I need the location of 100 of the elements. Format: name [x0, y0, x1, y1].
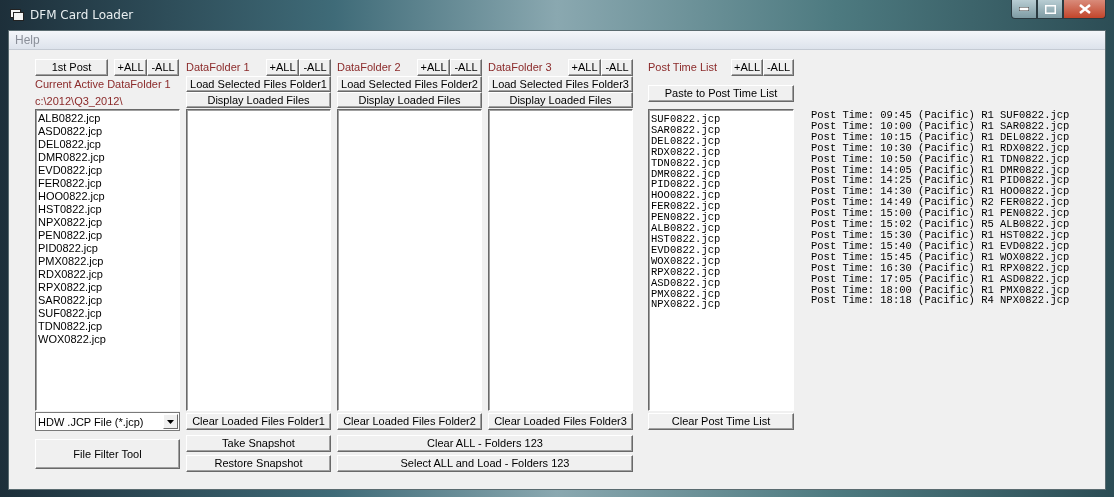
post-time-list[interactable] — [648, 109, 794, 411]
file-item[interactable]: RPX0822.jcp — [38, 281, 177, 294]
file-item[interactable]: PMX0822.jcp — [38, 255, 177, 268]
post-time-label: Post Time List — [648, 61, 719, 73]
maximize-icon — [1044, 4, 1056, 14]
file-item[interactable]: TDN0822.jcp — [38, 320, 177, 333]
post-time-line: Post Time: 15:45 (Pacific) R1 WOX0822.jcp — [811, 251, 1071, 263]
display-files-button[interactable]: Display Loaded Files — [186, 92, 331, 108]
post-time-line: Post Time: 16:30 (Pacific) R1 RPX0822.jcp — [811, 262, 1071, 274]
maximize-button[interactable] — [1037, 0, 1063, 19]
file-item[interactable]: PEN0822.jcp — [38, 229, 177, 242]
post-time-item[interactable]: DEL0822.jcp — [651, 135, 791, 147]
clear-post-time-button[interactable]: Clear Post Time List — [648, 412, 794, 430]
add-all-button[interactable]: +ALL — [114, 58, 147, 76]
display-files-button[interactable]: Display Loaded Files — [488, 92, 633, 108]
minimize-button[interactable] — [1011, 0, 1037, 19]
close-button[interactable] — [1063, 0, 1106, 19]
add-all-button[interactable]: +ALL — [417, 58, 450, 76]
file-item[interactable]: ASD0822.jcp — [38, 125, 177, 138]
post-time-item[interactable]: WOX0822.jcp — [651, 255, 791, 267]
display-files-button[interactable]: Display Loaded Files — [337, 92, 482, 108]
file-item[interactable]: FER0822.jcp — [38, 177, 177, 190]
clear-all-button[interactable]: Clear ALL - Folders 123 — [337, 434, 633, 452]
post-time-line: Post Time: 14:30 (Pacific) R1 HOO0822.jcp — [811, 186, 1071, 198]
post-time-line: Post Time: 09:45 (Pacific) R1 SUF0822.jcp — [811, 110, 1071, 121]
post-time-line: Post Time: 10:15 (Pacific) R1 DEL0822.jcp — [811, 131, 1071, 143]
remove-all-button[interactable]: -ALL — [147, 58, 179, 76]
file-item[interactable]: PID0822.jcp — [38, 242, 177, 255]
post-time-line: Post Time: 15:00 (Pacific) R1 PEN0822.jcp — [811, 208, 1071, 220]
post-time-line: Post Time: 14:05 (Pacific) R1 DMR0822.jcp — [811, 164, 1071, 176]
load-files-button[interactable]: Load Selected Files Folder2 — [337, 76, 482, 92]
file-list[interactable] — [35, 109, 180, 411]
app-icon — [10, 9, 24, 21]
minimize-icon — [1019, 7, 1029, 11]
folder-path: c:\2012\Q3_2012\ — [35, 94, 124, 109]
file-item[interactable]: EVD0822.jcp — [38, 164, 177, 177]
file-item[interactable]: DMR0822.jcp — [38, 151, 177, 164]
remove-all-button[interactable]: -ALL — [601, 58, 633, 76]
file-item[interactable]: WOX0822.jcp — [38, 333, 177, 346]
load-files-button[interactable]: Load Selected Files Folder3 — [488, 76, 633, 92]
file-item[interactable]: SAR0822.jcp — [38, 294, 177, 307]
post-time-item[interactable]: RDX0822.jcp — [651, 146, 791, 158]
file-item[interactable]: HOO0822.jcp — [38, 190, 177, 203]
remove-all-button[interactable]: -ALL — [763, 58, 794, 76]
post-time-item[interactable]: HOO0822.jcp — [651, 190, 791, 202]
file-item[interactable]: SUF0822.jcp — [38, 307, 177, 320]
folder-label: DataFolder 1 — [186, 61, 251, 73]
post-time-item[interactable]: NPX0822.jcp — [651, 299, 791, 311]
folder-label: DataFolder 2 — [337, 61, 402, 73]
post-time-item[interactable]: ALB0822.jcp — [651, 223, 791, 234]
file-item[interactable]: DEL0822.jcp — [38, 138, 177, 151]
window-title: DFM Card Loader — [30, 8, 134, 22]
post-time-line: Post Time: 15:02 (Pacific) R5 ALB0822.jcp — [811, 219, 1071, 230]
file-item[interactable]: NPX0822.jcp — [38, 216, 177, 229]
clear-folder-button[interactable]: Clear Loaded Files Folder2 — [337, 412, 482, 430]
post-time-item[interactable]: SUF0822.jcp — [651, 114, 791, 125]
loaded-file-list[interactable] — [186, 109, 331, 411]
remove-all-button[interactable]: -ALL — [299, 58, 331, 76]
select-all-load-button[interactable]: Select ALL and Load - Folders 123 — [337, 454, 633, 472]
post-time-item[interactable]: HST0822.jcp — [651, 233, 791, 245]
paste-post-time-button[interactable]: Paste to Post Time List — [648, 84, 794, 102]
add-all-button[interactable]: +ALL — [731, 58, 763, 76]
post-time-line: Post Time: 10:50 (Pacific) R1 TDN0822.jcp — [811, 153, 1071, 165]
restore-snapshot-button[interactable]: Restore Snapshot — [186, 454, 331, 472]
add-all-button[interactable]: +ALL — [266, 58, 299, 76]
file-type-dropdown[interactable]: HDW .JCP File (*.jcp) — [35, 412, 180, 431]
close-icon — [1078, 4, 1091, 14]
post-time-line: Post Time: 14:49 (Pacific) R2 FER0822.jcp — [811, 197, 1071, 209]
loaded-file-list[interactable] — [488, 109, 633, 411]
post-time-item[interactable]: PID0822.jcp — [651, 179, 791, 191]
take-snapshot-button[interactable]: Take Snapshot — [186, 434, 331, 452]
post-time-line: Post Time: 15:30 (Pacific) R1 HST0822.jcp — [811, 229, 1071, 241]
post-time-item[interactable]: FER0822.jcp — [651, 201, 791, 213]
post-time-line: Post Time: 18:00 (Pacific) R1 PMX0822.jcp — [811, 284, 1071, 296]
post-time-line: Post Time: 14:25 (Pacific) R1 PID0822.jcp — [811, 175, 1071, 187]
load-files-button[interactable]: Load Selected Files Folder1 — [186, 76, 331, 92]
post-time-line: Post Time: 15:40 (Pacific) R1 EVD0822.jcp — [811, 240, 1071, 252]
post-time-item[interactable]: PMX0822.jcp — [651, 288, 791, 300]
file-item[interactable]: ALB0822.jcp — [38, 112, 177, 125]
post-time-item[interactable]: RPX0822.jcp — [651, 266, 791, 278]
post-time-item[interactable]: PEN0822.jcp — [651, 212, 791, 224]
dropdown-arrow-icon — [167, 419, 174, 424]
clear-folder-button[interactable]: Clear Loaded Files Folder3 — [488, 412, 633, 430]
post-time-line: Post Time: 18:18 (Pacific) R4 NPX0822.jcp — [811, 295, 1071, 307]
post-time-item[interactable]: ASD0822.jcp — [651, 277, 791, 289]
file-item[interactable]: RDX0822.jcp — [38, 268, 177, 281]
clear-folder-button[interactable]: Clear Loaded Files Folder1 — [186, 412, 331, 430]
post-time-item[interactable]: SAR0822.jcp — [651, 124, 791, 136]
post-time-line: Post Time: 17:05 (Pacific) R1 ASD0822.jcp — [811, 273, 1071, 285]
loaded-file-list[interactable] — [337, 109, 482, 411]
post-time-item[interactable]: DMR0822.jcp — [651, 168, 791, 180]
file-item[interactable]: HST0822.jcp — [38, 203, 177, 216]
post-time-line: Post Time: 10:00 (Pacific) R1 SAR0822.jcp — [811, 120, 1071, 132]
post-time-item[interactable]: EVD0822.jcp — [651, 244, 791, 256]
first-post-button[interactable]: 1st Post — [35, 58, 108, 76]
folder-label: DataFolder 3 — [488, 61, 553, 73]
file-filter-button[interactable]: File Filter Tool — [35, 439, 180, 469]
remove-all-button[interactable]: -ALL — [450, 58, 482, 76]
post-time-item[interactable]: TDN0822.jcp — [651, 157, 791, 169]
add-all-button[interactable]: +ALL — [568, 58, 601, 76]
